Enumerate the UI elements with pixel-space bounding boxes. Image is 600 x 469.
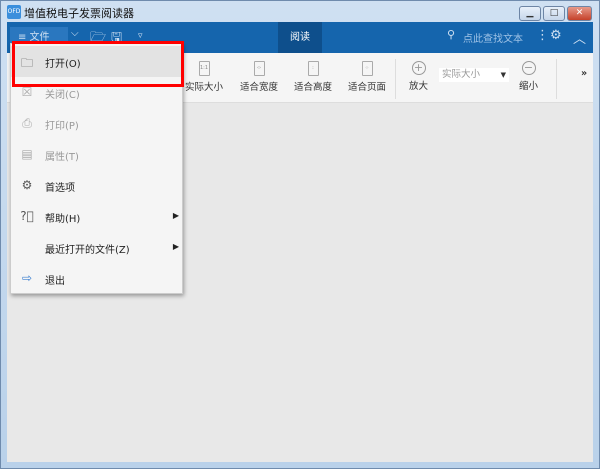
fit-height-icon: : — [307, 61, 319, 76]
fit-width-button[interactable]: ‹› 适合宽度 — [240, 61, 278, 93]
separator — [556, 59, 557, 99]
plus-icon: + — [411, 61, 426, 75]
menu-item-help[interactable]: ?⃝ 帮助(H) ▶ — [11, 201, 182, 232]
menu-item-recent-files[interactable]: 最近打开的文件(Z) ▶ — [11, 232, 182, 263]
close-doc-icon: ☒ — [21, 85, 33, 99]
menu-item-label: 打印(P) — [45, 121, 79, 132]
menu-item-properties[interactable]: ▤ 属性(T) — [11, 139, 182, 170]
fit-height-button[interactable]: : 适合高度 — [294, 61, 332, 93]
zoom-value: 实际大小 — [442, 69, 481, 80]
exit-icon: ⇨ — [21, 271, 33, 285]
customize-dropdown-icon[interactable]: ▿ — [138, 31, 143, 41]
chevron-down-icon[interactable]: ⌵ — [71, 28, 79, 39]
collapse-ribbon-icon[interactable]: ︿ — [573, 28, 586, 47]
tab-read[interactable]: 阅读 — [278, 22, 322, 53]
fit-page-button[interactable]: ⁘ 适合页面 — [348, 61, 386, 93]
actual-size-button[interactable]: 1:1 实际大小 — [185, 61, 223, 93]
dropdown-arrow-icon: ▼ — [500, 71, 506, 79]
maximize-button[interactable]: □ — [543, 6, 565, 21]
app-icon: OFD — [7, 5, 21, 19]
fit-page-icon: ⁘ — [361, 61, 373, 76]
zoom-select[interactable]: 实际大小 ▼ — [439, 68, 509, 82]
zoom-in-label: 放大 — [409, 81, 429, 92]
fit-width-label: 适合宽度 — [240, 82, 279, 93]
search-input[interactable]: 点此查找文本 — [463, 30, 523, 45]
menu-item-label: 最近打开的文件(Z) — [45, 245, 130, 256]
minimize-button[interactable]: ▁ — [519, 6, 541, 21]
submenu-arrow-icon: ▶ — [172, 211, 179, 220]
separator — [395, 59, 396, 99]
gear-icon: ⚙ — [21, 178, 33, 192]
title-bar: OFD 增值税电子发票阅读器 ▁ □ ✕ — [0, 0, 600, 24]
menu-item-label: 帮助(H) — [45, 214, 81, 225]
search-icon[interactable]: ⚲ — [447, 28, 455, 41]
close-button[interactable]: ✕ — [567, 6, 592, 21]
menu-item-label: 关闭(C) — [45, 90, 80, 101]
zoom-in-button[interactable]: + 放大 — [409, 61, 428, 92]
menu-item-label: 属性(T) — [45, 152, 79, 163]
fit-page-label: 适合页面 — [348, 82, 387, 93]
zoom-out-button[interactable]: − 缩小 — [519, 61, 538, 92]
menu-item-label: 首选项 — [45, 183, 75, 194]
highlight-box — [12, 41, 184, 87]
more-tools-button[interactable]: » — [581, 68, 587, 79]
menu-item-label: 退出 — [45, 276, 65, 287]
properties-icon: ▤ — [21, 147, 33, 161]
minus-icon: − — [521, 61, 536, 75]
actual-size-label: 实际大小 — [185, 82, 224, 93]
zoom-out-label: 缩小 — [519, 81, 539, 92]
menu-item-print[interactable]: ⎙ 打印(P) — [11, 108, 182, 139]
fit-width-icon: ‹› — [253, 61, 265, 76]
more-vertical-icon[interactable]: ⋮ — [536, 28, 549, 43]
help-icon: ?⃝ — [20, 209, 34, 223]
actual-size-icon: 1:1 — [198, 61, 210, 76]
window-title: 增值税电子发票阅读器 — [24, 7, 134, 20]
fit-height-label: 适合高度 — [294, 82, 333, 93]
submenu-arrow-icon: ▶ — [172, 242, 179, 251]
menu-item-exit[interactable]: ⇨ 退出 — [11, 263, 182, 294]
gear-icon[interactable]: ⚙ — [550, 28, 562, 43]
menu-item-preferences[interactable]: ⚙ 首选项 — [11, 170, 182, 201]
printer-icon: ⎙ — [22, 116, 32, 130]
